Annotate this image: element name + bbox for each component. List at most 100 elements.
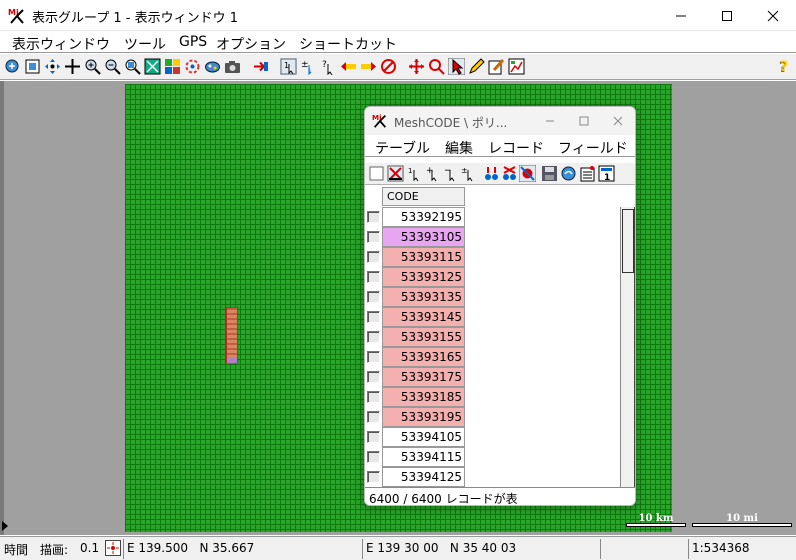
add-layer-icon[interactable] — [252, 58, 269, 75]
code-cell[interactable]: 53393155 — [382, 327, 465, 347]
plus-minus-icon[interactable]: ± — [300, 58, 317, 75]
arrows-left-icon[interactable] — [340, 58, 357, 75]
code-cell[interactable]: 53393175 — [382, 367, 465, 387]
table-row[interactable]: 53393165 — [365, 347, 620, 367]
table-row[interactable]: 53393185 — [365, 387, 620, 407]
link-icon[interactable] — [560, 165, 577, 182]
menu-gps[interactable]: GPS — [179, 34, 207, 50]
row-select-checkbox[interactable] — [367, 451, 380, 463]
table-row[interactable]: 53393155 — [365, 327, 620, 347]
layer-control-icon[interactable] — [204, 58, 221, 75]
close-selection-icon[interactable] — [387, 165, 404, 182]
row-select-checkbox[interactable] — [367, 411, 380, 423]
magnify-icon[interactable] — [428, 58, 445, 75]
pan-arrows-icon[interactable] — [44, 58, 61, 75]
help-icon[interactable]: ?? — [776, 58, 793, 75]
row-select-checkbox[interactable] — [367, 431, 380, 443]
layers-icon[interactable] — [164, 58, 181, 75]
find-record-icon[interactable] — [483, 165, 500, 182]
menu-edit[interactable]: 編集 — [445, 138, 473, 158]
zoom-in-icon[interactable] — [84, 58, 101, 75]
table-row[interactable]: 53393195 — [365, 407, 620, 427]
maximize-button[interactable] — [704, 0, 750, 31]
row-select-checkbox[interactable] — [367, 211, 380, 223]
row-select-checkbox[interactable] — [367, 291, 380, 303]
pencil-icon[interactable] — [468, 58, 485, 75]
code-cell[interactable]: 53393105 — [382, 227, 465, 247]
table-row[interactable]: 53393135 — [365, 287, 620, 307]
zoom-fit-icon[interactable] — [144, 58, 161, 75]
vertical-scrollbar[interactable] — [620, 207, 635, 487]
menu-table[interactable]: テーブル — [375, 138, 430, 158]
row-select-checkbox[interactable] — [367, 391, 380, 403]
code-cell[interactable]: 53393115 — [382, 247, 465, 267]
row-select-checkbox[interactable] — [367, 271, 380, 283]
select-add-icon[interactable]: + — [425, 165, 442, 182]
row-select-checkbox[interactable] — [367, 331, 380, 343]
table-maximize-button[interactable] — [567, 107, 601, 135]
refresh-icon[interactable] — [184, 58, 201, 75]
menu-tools[interactable]: ツール — [124, 34, 166, 54]
move-icon[interactable] — [64, 58, 81, 75]
zoom-all-icon[interactable] — [4, 58, 21, 75]
selected-mesh-cells[interactable] — [226, 307, 238, 363]
active-mesh-cell[interactable] — [227, 357, 237, 363]
report-icon[interactable] — [579, 165, 596, 182]
code-cell[interactable]: 53393145 — [382, 307, 465, 327]
code-cell[interactable]: 53393165 — [382, 347, 465, 367]
code-cell[interactable]: 53393125 — [382, 267, 465, 287]
zoom-box-icon[interactable] — [24, 58, 41, 75]
stop-icon[interactable] — [380, 58, 397, 75]
find-all-icon[interactable] — [501, 165, 518, 182]
select-toggle-icon[interactable]: ± — [461, 165, 478, 182]
panel-expand-arrow[interactable] — [2, 521, 8, 531]
gps-target-icon[interactable] — [105, 540, 121, 556]
row-select-checkbox[interactable] — [367, 251, 380, 263]
table-row[interactable]: 53393145 — [365, 307, 620, 327]
menu-display-window[interactable]: 表示ウィンドウ — [12, 34, 110, 54]
select-one-icon[interactable]: 1 — [407, 165, 424, 182]
row-select-checkbox[interactable] — [367, 351, 380, 363]
table-row[interactable]: 53392195 — [365, 207, 620, 227]
scrollbar-thumb[interactable] — [622, 209, 634, 273]
camera-icon[interactable] — [224, 58, 241, 75]
menu-record[interactable]: レコード — [488, 138, 544, 158]
save-icon[interactable] — [541, 165, 558, 182]
highlight-icon[interactable] — [519, 165, 536, 182]
table-row[interactable]: 53393105 — [365, 227, 620, 247]
table-row[interactable]: 53393115 — [365, 247, 620, 267]
row-select-checkbox[interactable] — [367, 471, 380, 483]
edit-icon[interactable] — [488, 58, 505, 75]
row-select-checkbox[interactable] — [367, 311, 380, 323]
menu-field[interactable]: フィールド — [558, 138, 628, 158]
row-select-checkbox[interactable] — [367, 231, 380, 243]
table-close-button[interactable] — [601, 107, 635, 135]
checkbox-icon[interactable] — [368, 165, 385, 182]
code-cell[interactable]: 53393135 — [382, 287, 465, 307]
table-row[interactable]: 53394115 — [365, 447, 620, 467]
table-row[interactable]: 53394125 — [365, 467, 620, 487]
zoom-out-icon[interactable] — [104, 58, 121, 75]
move-cross-icon[interactable] — [408, 58, 425, 75]
query-icon[interactable]: ? — [320, 58, 337, 75]
menu-options[interactable]: オプション — [216, 34, 286, 54]
code-cell[interactable]: 53394105 — [382, 427, 465, 447]
row-select-checkbox[interactable] — [367, 371, 380, 383]
minimize-button[interactable] — [658, 0, 704, 31]
table-row[interactable]: 53394105 — [365, 427, 620, 447]
chart-icon[interactable] — [508, 58, 525, 75]
select-icon[interactable]: 1 — [280, 58, 297, 75]
code-cell[interactable]: 53394115 — [382, 447, 465, 467]
column-header-code[interactable]: CODE — [382, 187, 465, 206]
code-cell[interactable]: 53393185 — [382, 387, 465, 407]
code-cell[interactable]: 53392195 — [382, 207, 465, 227]
code-cell[interactable]: 53394125 — [382, 467, 465, 487]
table-minimize-button[interactable] — [533, 107, 567, 135]
select-remove-icon[interactable]: − — [443, 165, 460, 182]
menu-shortcuts[interactable]: ショートカット — [299, 34, 397, 54]
arrows-right-icon[interactable] — [360, 58, 377, 75]
table-row[interactable]: 53393175 — [365, 367, 620, 387]
record-info-icon[interactable]: 1 — [598, 165, 615, 182]
zoom-window-icon[interactable] — [124, 58, 141, 75]
pointer-icon[interactable] — [448, 58, 465, 75]
